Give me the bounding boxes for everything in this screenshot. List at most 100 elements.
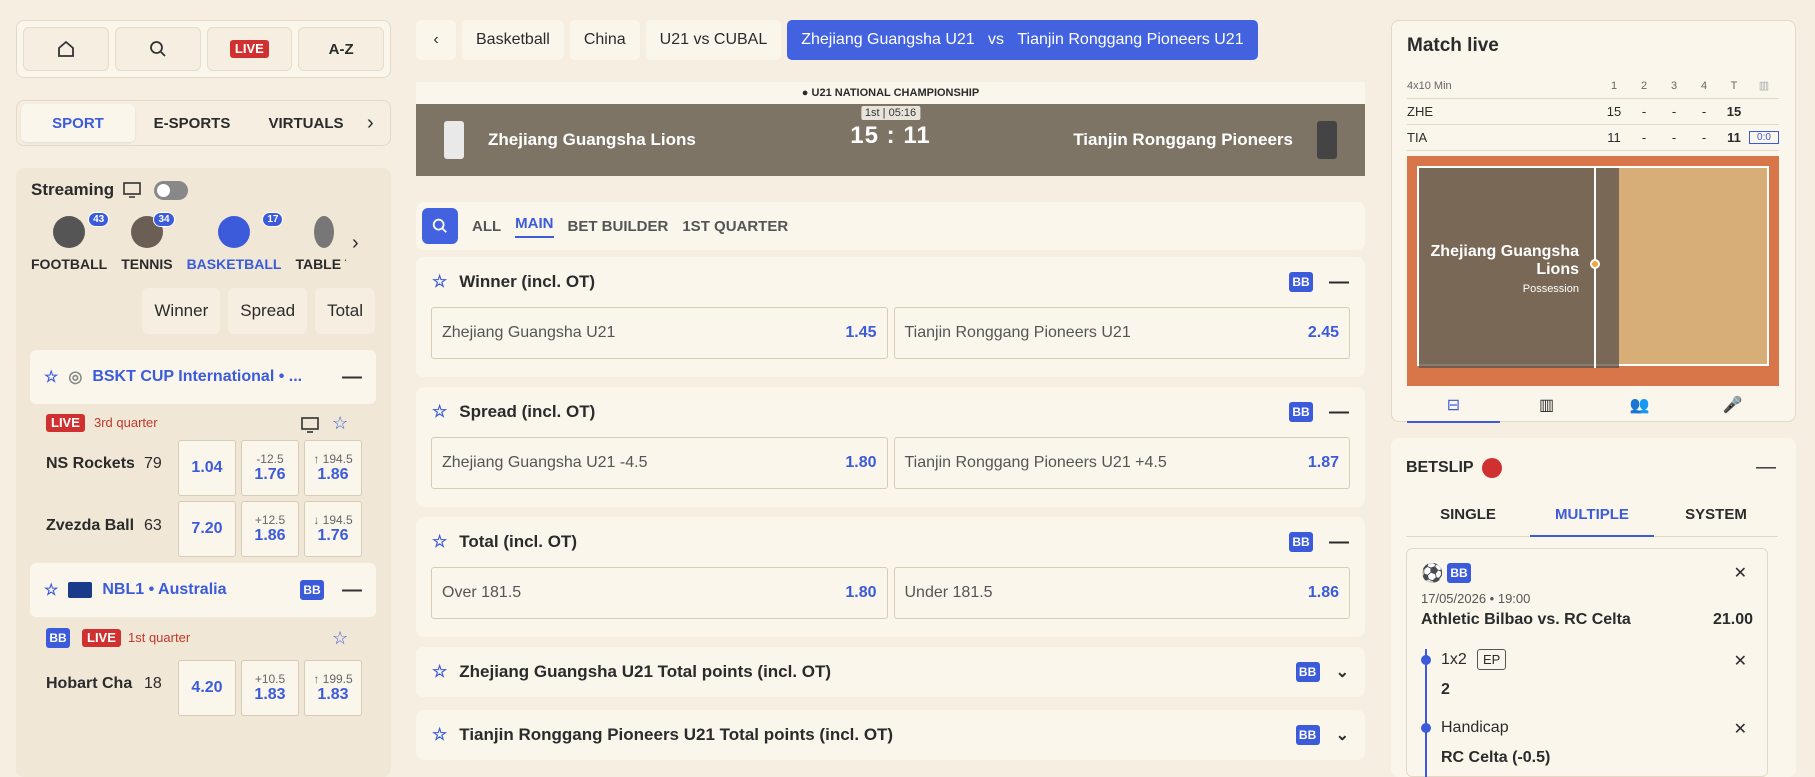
- chevron-right-icon[interactable]: ›: [367, 112, 374, 135]
- selection[interactable]: Under 181.5 1.86: [893, 567, 1350, 619]
- stats-icon[interactable]: ▥: [1749, 79, 1779, 92]
- live-button[interactable]: LIVE: [206, 27, 293, 71]
- tab-single[interactable]: SINGLE: [1406, 494, 1530, 537]
- filter-winner[interactable]: Winner: [142, 288, 221, 334]
- home-button[interactable]: [23, 27, 109, 71]
- tab-esports[interactable]: E-SPORTS: [135, 104, 249, 142]
- col-q4: 4: [1700, 79, 1708, 92]
- collapse-icon[interactable]: —: [1329, 531, 1349, 554]
- tab-bet-builder[interactable]: BET BUILDER: [568, 218, 669, 235]
- streaming-toggle[interactable]: [154, 180, 189, 200]
- collapse-icon[interactable]: —: [1329, 271, 1349, 294]
- az-button[interactable]: A-Z: [298, 27, 384, 71]
- tab-stats[interactable]: ▥: [1500, 389, 1593, 423]
- tab-lineups[interactable]: 👥: [1593, 389, 1686, 423]
- star-icon[interactable]: ☆: [432, 402, 447, 422]
- selection[interactable]: Over 181.5 1.80: [431, 567, 888, 619]
- odd-value: 1.76: [254, 466, 286, 483]
- away-score: 11: [903, 122, 931, 149]
- back-button[interactable]: ‹: [416, 20, 456, 60]
- star-icon[interactable]: ☆: [332, 628, 348, 649]
- collapse-icon[interactable]: —: [342, 366, 362, 389]
- home-spread-odd[interactable]: -12.5 1.76: [241, 440, 299, 496]
- selection[interactable]: Zhejiang Guangsha U21 1.45: [431, 307, 888, 359]
- sport-basketball[interactable]: 17 BASKETBALL: [187, 212, 284, 278]
- star-icon[interactable]: ☆: [44, 367, 58, 387]
- sport-table-tennis[interactable]: TABLE T: [295, 216, 346, 278]
- odd-value: 1.86: [254, 527, 286, 544]
- tab-1st-quarter[interactable]: 1ST QUARTER: [682, 218, 788, 235]
- crumb-event[interactable]: Zhejiang Guangsha U21 vs Tianjin Ronggan…: [787, 20, 1258, 60]
- odd-value: 4.20: [191, 679, 223, 696]
- collapse-icon[interactable]: —: [1329, 401, 1349, 424]
- collapse-icon[interactable]: —: [1756, 456, 1776, 479]
- home-spread-odd[interactable]: +10.5 1.83: [241, 660, 299, 716]
- bb-badge: BB: [1289, 532, 1313, 552]
- sport-football[interactable]: 43 FOOTBALL: [31, 212, 110, 278]
- sport-tennis[interactable]: 34 TENNIS: [121, 212, 175, 278]
- market-away-total-points[interactable]: ☆ Tianjin Ronggang Pioneers U21 Total poi…: [416, 710, 1365, 760]
- match-live-title: Match live: [1407, 35, 1499, 56]
- quarter-score: 15: [1606, 104, 1622, 119]
- tab-multiple[interactable]: MULTIPLE: [1530, 494, 1654, 537]
- quarter-stats: 4x10 Min 1 2 3 4 T ▥ ZHE 15 - - - 15 TIA 11 - - - 11 0…: [1407, 73, 1779, 151]
- home-total-odd[interactable]: ↑ 194.5 1.86: [304, 440, 362, 496]
- crumb-china[interactable]: China: [569, 20, 640, 60]
- championship-title: ● U21 NATIONAL CHAMPIONSHIP: [416, 82, 1365, 104]
- star-icon[interactable]: ☆: [432, 272, 447, 292]
- col-q2: 2: [1640, 79, 1648, 92]
- tab-virtuals[interactable]: VIRTUALS: [249, 104, 363, 142]
- basketball-icon: ◎: [68, 369, 83, 386]
- leg1-tag: EP: [1477, 649, 1507, 670]
- league-bskt-cup[interactable]: ☆ ◎ BSKT CUP International • ... —: [30, 350, 376, 404]
- selection-odd: 1.45: [845, 324, 877, 341]
- search-button[interactable]: [114, 27, 201, 71]
- tab-audio[interactable]: 🎤: [1686, 389, 1779, 423]
- market-search-button[interactable]: [422, 208, 458, 244]
- remove-leg-icon[interactable]: ✕: [1734, 719, 1747, 739]
- home-total-odd[interactable]: ↑ 199.5 1.83: [304, 660, 362, 716]
- tab-sport[interactable]: SPORT: [21, 104, 135, 142]
- bonus-indicator: 0:0: [1749, 131, 1779, 144]
- filter-spread[interactable]: Spread: [228, 288, 308, 334]
- crumb-basketball[interactable]: Basketball: [462, 20, 564, 60]
- basketball-icon: ●: [801, 87, 809, 99]
- collapse-icon[interactable]: —: [342, 579, 362, 602]
- filter-total[interactable]: Total: [315, 288, 375, 334]
- star-icon[interactable]: ☆: [432, 725, 447, 745]
- away-total-odd[interactable]: ↓ 194.5 1.76: [304, 501, 362, 557]
- selection[interactable]: Zhejiang Guangsha U21 -4.5 1.80: [431, 437, 888, 489]
- crumb-vs: vs: [988, 31, 1005, 48]
- remove-bet-icon[interactable]: ✕: [1734, 563, 1747, 583]
- odd-line-value: 194.5: [322, 513, 353, 527]
- league-nbl1-australia[interactable]: ☆ NBL1 • Australia BB —: [30, 563, 376, 617]
- football-icon: ⚽: [1421, 563, 1444, 583]
- tv-icon[interactable]: [300, 416, 320, 434]
- star-icon[interactable]: ☆: [332, 413, 348, 434]
- star-icon[interactable]: ☆: [44, 580, 58, 600]
- chevron-down-icon[interactable]: ⌄: [1336, 662, 1349, 682]
- away-odd[interactable]: 7.20: [178, 501, 236, 557]
- total-score: 15: [1726, 104, 1742, 119]
- tab-system[interactable]: SYSTEM: [1654, 494, 1778, 537]
- star-icon[interactable]: ☆: [432, 532, 447, 552]
- star-icon[interactable]: ☆: [432, 662, 447, 682]
- remove-leg-icon[interactable]: ✕: [1734, 651, 1747, 671]
- chevron-right-icon[interactable]: ›: [352, 232, 359, 255]
- home-odd[interactable]: 4.20: [178, 660, 236, 716]
- tab-main[interactable]: MAIN: [515, 215, 554, 238]
- crumb-u21[interactable]: U21 vs CUBAL: [645, 20, 782, 60]
- selection[interactable]: Tianjin Ronggang Pioneers U21 +4.5 1.87: [893, 437, 1350, 489]
- home-odd[interactable]: 1.04: [178, 440, 236, 496]
- search-icon: [149, 41, 166, 57]
- away-spread-odd[interactable]: +12.5 1.86: [241, 501, 299, 557]
- match-period: 3rd quarter: [94, 415, 158, 430]
- tab-court[interactable]: ⊟: [1407, 389, 1500, 423]
- market-home-total-points[interactable]: ☆ Zhejiang Guangsha U21 Total points (inc…: [416, 647, 1365, 697]
- quarter-score: -: [1701, 104, 1707, 119]
- sport-label: TABLE T: [295, 256, 346, 272]
- tab-all[interactable]: ALL: [472, 218, 501, 235]
- selection[interactable]: Tianjin Ronggang Pioneers U21 2.45: [893, 307, 1350, 359]
- quarter-score: -: [1671, 130, 1677, 145]
- chevron-down-icon[interactable]: ⌄: [1336, 725, 1349, 745]
